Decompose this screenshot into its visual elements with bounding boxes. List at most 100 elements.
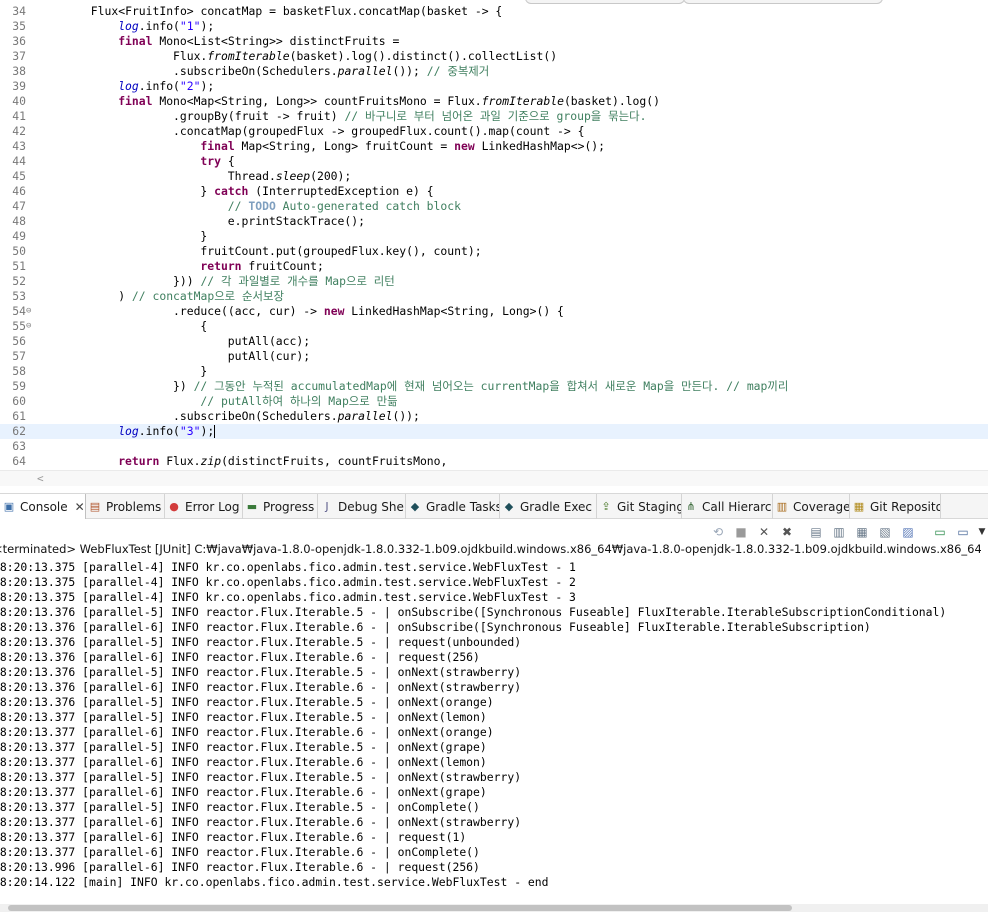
code-line[interactable]: 60 // putAll하여 하나의 Map으로 만듦: [0, 394, 988, 409]
code-line[interactable]: 61 .subscribeOn(Schedulers.parallel());: [0, 409, 988, 424]
terminate-icon[interactable]: ■: [733, 524, 749, 540]
editor-horizontal-scrollbar[interactable]: <: [0, 470, 988, 486]
tab-call-hierarc[interactable]: ⋔ Call Hierarc: [682, 494, 773, 519]
menu-icon[interactable]: ▭: [955, 524, 971, 540]
tab-gradle-exec[interactable]: ◆ Gradle Exec: [500, 494, 597, 519]
code-line[interactable]: 46} catch (InterruptedException e) {: [0, 184, 988, 199]
scroll-lock-icon[interactable]: ▥: [831, 524, 847, 540]
remove-all-icon[interactable]: ✖: [779, 524, 795, 540]
code-line[interactable]: 37 Flux.fromIterable(basket).log().distin…: [0, 49, 988, 64]
tab-progress[interactable]: ▬ Progress: [243, 494, 318, 519]
scrollbar-thumb[interactable]: [8, 905, 792, 911]
code-line[interactable]: 49}: [0, 229, 988, 244]
console-line: 18:20:13.376 [parallel-5] INFO reactor.F…: [0, 605, 947, 619]
console-line: 18:20:13.377 [parallel-6] INFO reactor.F…: [0, 815, 522, 829]
line-number: 46: [12, 184, 26, 198]
code-line[interactable]: 45 Thread.sleep(200);: [0, 169, 988, 184]
code-line[interactable]: 56 putAll(acc);: [0, 334, 988, 349]
code-token: }: [200, 364, 208, 378]
tab-label: Gradle Exec: [520, 499, 593, 514]
word-wrap-icon[interactable]: ▦: [854, 524, 870, 540]
code-area[interactable]: 34 Flux<FruitInfo> concatMap = basketFlux…: [0, 4, 988, 469]
code-token: fruitCount;: [241, 259, 324, 273]
console-output[interactable]: 18:20:13.375 [parallel-4] INFO kr.co.ope…: [0, 560, 988, 900]
code-token: Auto-generated catch block: [275, 199, 461, 213]
remove-launch-icon[interactable]: ✕: [756, 524, 772, 540]
code-line[interactable]: 51 return fruitCount;: [0, 259, 988, 274]
code-line[interactable]: 38 .subscribeOn(Schedulers.parallel()); /…: [0, 64, 988, 79]
code-token: Mono<Map<String, Long>> countFruitsMono …: [152, 94, 482, 108]
code-line[interactable]: 58}: [0, 364, 988, 379]
code-token: // 바구니로 부터 넘어온 과일 기준으로 group을 묶는다.: [344, 109, 647, 123]
code-token: Mono<List<String>> distinctFruits =: [152, 34, 400, 48]
fold-toggle-icon[interactable]: ⊖: [26, 319, 36, 334]
code-line[interactable]: 44 try {: [0, 154, 988, 169]
line-number: 47: [12, 199, 26, 213]
code-line[interactable]: 63: [0, 439, 988, 454]
code-text: }: [200, 364, 207, 379]
code-token: ());: [392, 409, 420, 423]
code-line[interactable]: 34 Flux<FruitInfo> concatMap = basketFlux…: [0, 4, 988, 19]
code-line[interactable]: 48 e.printStackTrace();: [0, 214, 988, 229]
console-horizontal-scrollbar[interactable]: [0, 904, 988, 912]
line-number: 57: [12, 349, 26, 363]
tab-label: Console: [20, 499, 68, 514]
code-token: })): [173, 274, 201, 288]
code-text: try {: [200, 154, 234, 169]
code-text: log.info("1");: [118, 19, 214, 34]
code-line[interactable]: 50 fruitCount.put(groupedFlux.key(), coun…: [0, 244, 988, 259]
show-on-output-icon[interactable]: ▧: [877, 524, 893, 540]
line-number: 54: [12, 304, 26, 318]
line-number: 64: [12, 454, 26, 468]
code-line[interactable]: 62 log.info("3");: [0, 424, 988, 439]
line-number: 44: [12, 154, 26, 168]
tab-git-reposito[interactable]: ▦ Git Reposito: [850, 494, 941, 519]
display-selected-console-icon[interactable]: ▭: [932, 524, 948, 540]
code-line[interactable]: 41 .groupBy(fruit -> fruit) // 바구니로 부터 넘어…: [0, 109, 988, 124]
code-token: );: [200, 19, 215, 33]
tab-debug-shell[interactable]: J Debug Shell: [318, 494, 406, 519]
code-line[interactable]: 43 final Map<String, Long> fruitCount = n…: [0, 139, 988, 154]
clear-console-icon[interactable]: ▤: [808, 524, 824, 540]
code-line[interactable]: 53) // concatMap으로 순서보장: [0, 289, 988, 304]
code-editor[interactable]: 34 Flux<FruitInfo> concatMap = basketFlux…: [0, 0, 988, 486]
console-line: 18:20:13.377 [parallel-6] INFO reactor.F…: [0, 830, 467, 844]
code-line[interactable]: 52})) // 각 과일별로 개수를 Map으로 리턴: [0, 274, 988, 289]
code-line[interactable]: 42 .concatMap(groupedFlux -> groupedFlux.…: [0, 124, 988, 139]
code-line[interactable]: 47 // TODO Auto-generated catch block: [0, 199, 988, 214]
close-icon[interactable]: ✕: [75, 500, 85, 514]
code-token: // putAll하여 하나의 Map으로 만듦: [200, 394, 398, 408]
code-token: }: [200, 184, 215, 198]
pin-icon[interactable]: ⟲: [710, 524, 726, 540]
code-line[interactable]: 36 final Mono<List<String>> distinctFruit…: [0, 34, 988, 49]
code-token: (basket).log().distinct().collectList(): [289, 49, 558, 63]
tab-label: Git Reposito: [870, 499, 941, 514]
code-token: .groupBy(fruit -> fruit): [173, 109, 345, 123]
code-line[interactable]: 40 final Mono<Map<String, Long>> countFru…: [0, 94, 988, 109]
console-line: 18:20:13.375 [parallel-4] INFO kr.co.ope…: [0, 575, 576, 589]
code-line[interactable]: 59}) // 그동안 누적된 accumulatedMap에 현재 넘어오는 …: [0, 379, 988, 394]
tab-console[interactable]: ▣ Console ✕: [0, 494, 86, 519]
chevron-down-icon[interactable]: ▼: [974, 524, 988, 540]
code-line[interactable]: 54 ⊖ .reduce((acc, cur) -> new LinkedHashM…: [0, 304, 988, 319]
line-number: 56: [12, 334, 26, 348]
open-console-icon[interactable]: ▨: [900, 524, 916, 540]
line-number: 55: [12, 319, 26, 333]
code-line[interactable]: 39 log.info("2");: [0, 79, 988, 94]
scroll-left-arrow-icon[interactable]: <: [37, 471, 44, 486]
code-text: Flux<FruitInfo> concatMap = basketFlux.c…: [91, 4, 502, 19]
tab-problems[interactable]: ▤ Problems: [86, 494, 165, 519]
code-text: ) // concatMap으로 순서보장: [118, 289, 284, 304]
code-line[interactable]: 64 return Flux.zip(distinctFruits, countF…: [0, 454, 988, 469]
console-toolbar: ⟲ ■ ✕ ✖ ▤ ▥ ▦ ▧ ▨ ▭ ▭ ▼: [0, 519, 988, 543]
code-line[interactable]: 55 ⊖ {: [0, 319, 988, 334]
code-line[interactable]: 35 log.info("1");: [0, 19, 988, 34]
tab-coverage[interactable]: ▥ Coverage: [773, 494, 850, 519]
tab-error-log[interactable]: ● Error Log: [165, 494, 243, 519]
tab-gradle-tasks[interactable]: ◆ Gradle Tasks: [406, 494, 500, 519]
code-token: putAll(acc);: [227, 334, 311, 348]
tab-git-staging[interactable]: ⇪ Git Staging: [597, 494, 682, 519]
code-line[interactable]: 57 putAll(cur);: [0, 349, 988, 364]
code-token: (distinctFruits, countFruitsMono,: [221, 454, 448, 468]
fold-toggle-icon[interactable]: ⊖: [26, 304, 36, 319]
